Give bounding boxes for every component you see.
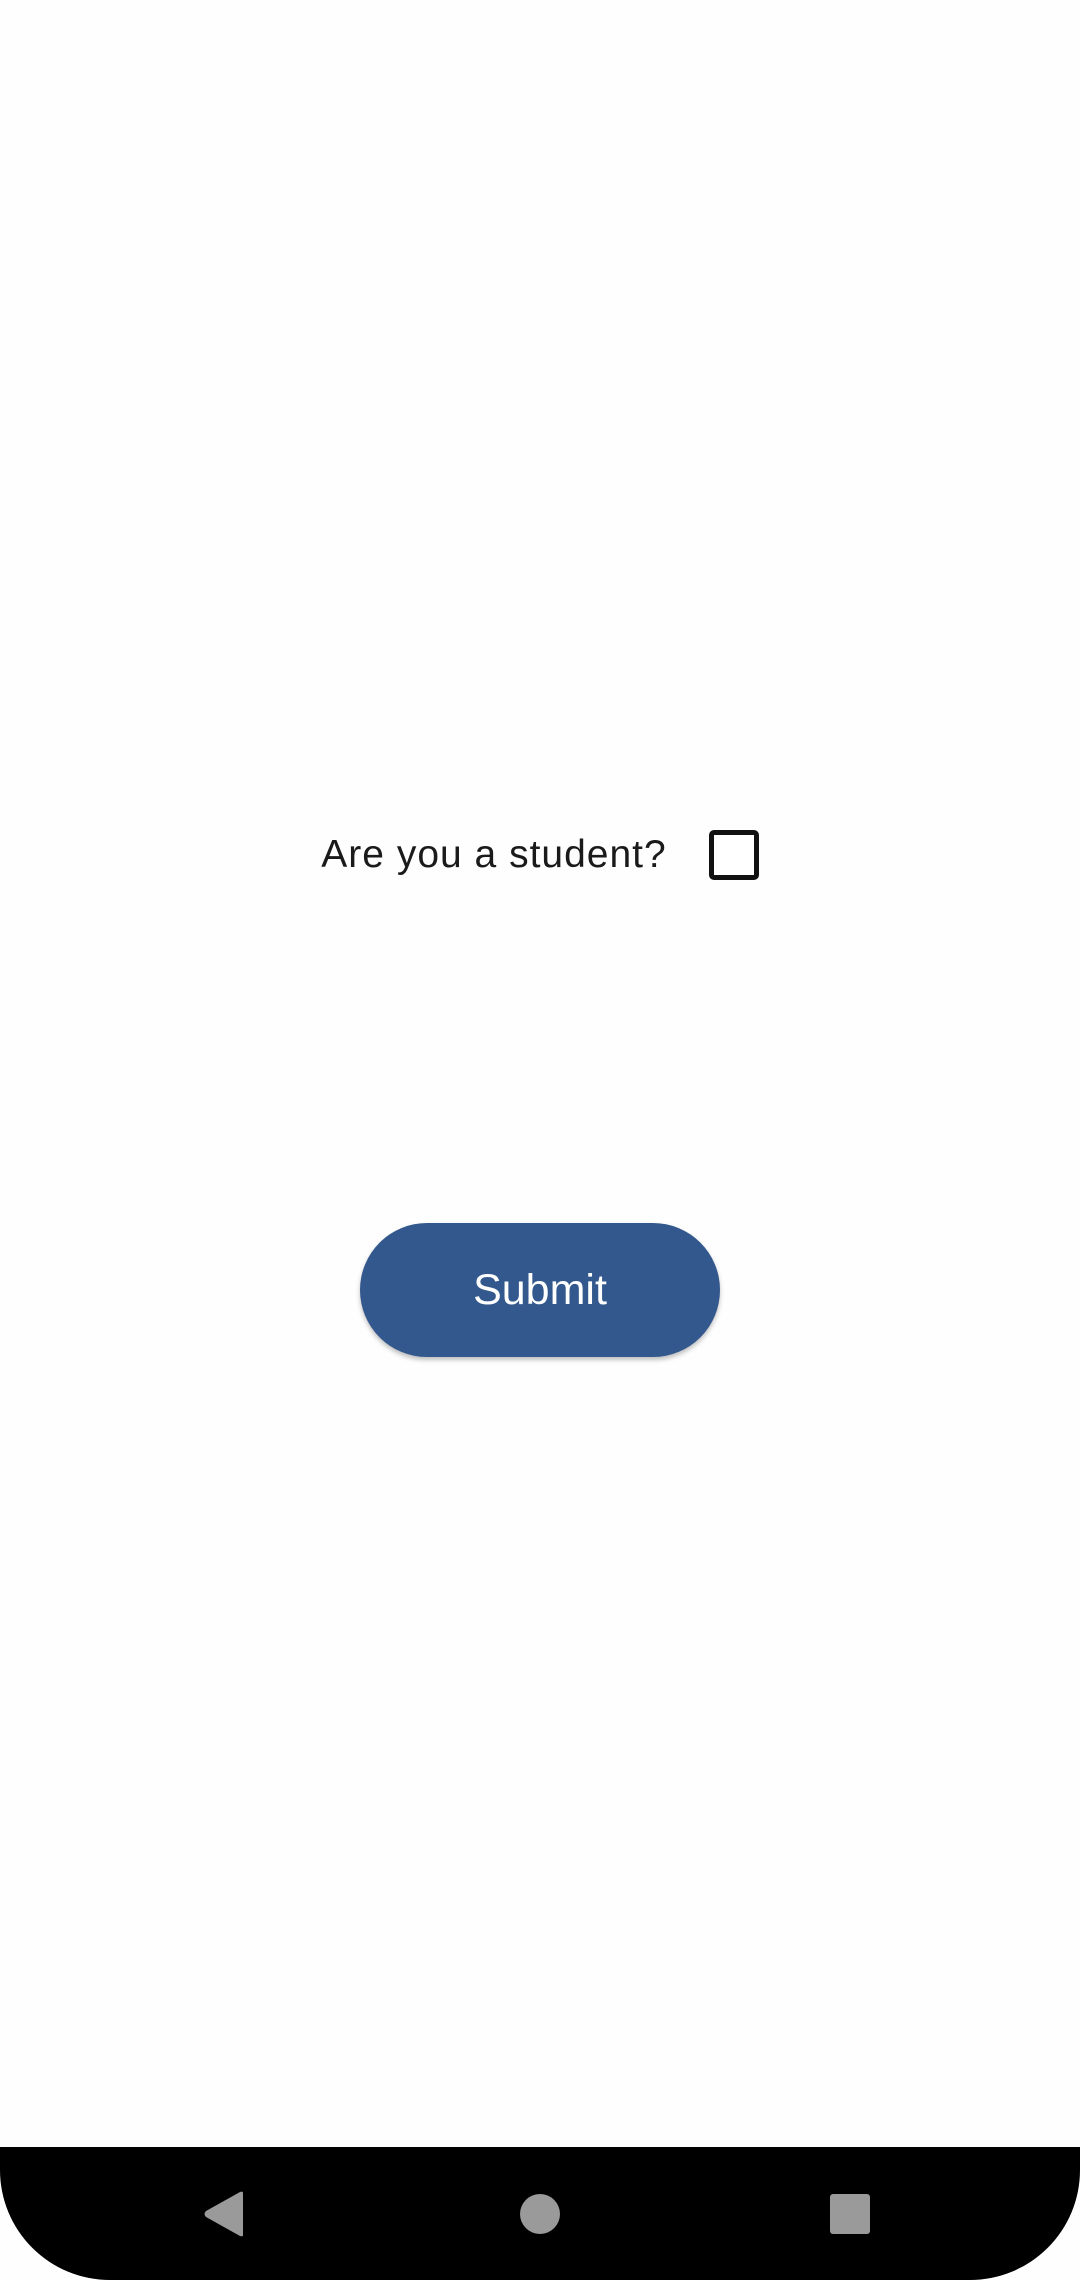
nav-home-button[interactable] <box>460 2147 620 2280</box>
recents-icon <box>830 2193 870 2234</box>
student-checkbox[interactable] <box>708 830 759 880</box>
submit-button-label: Submit <box>473 1265 607 1314</box>
student-question-label: Are you a student? <box>321 833 667 876</box>
nav-recents-button[interactable] <box>770 2147 930 2280</box>
app-screen: Are you a student? Submit <box>0 0 1080 2280</box>
system-navigation-bar <box>0 2147 1080 2280</box>
submit-button[interactable]: Submit <box>360 1223 720 1357</box>
back-icon <box>204 2191 243 2236</box>
nav-back-button[interactable] <box>145 2147 305 2280</box>
home-icon <box>520 2193 560 2234</box>
student-question-row: Are you a student? <box>0 826 1080 884</box>
